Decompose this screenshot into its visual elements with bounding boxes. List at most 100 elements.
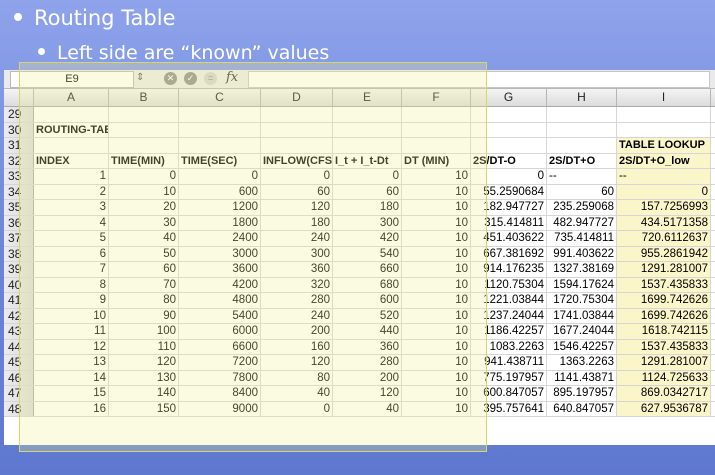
cell-c32[interactable]: TIME(SEC) xyxy=(179,153,261,168)
cell-i34[interactable]: 0 xyxy=(617,184,711,199)
cell-f40[interactable]: 10 xyxy=(402,277,471,292)
cell-f32[interactable]: DT (MIN) xyxy=(402,153,471,168)
cell-h45[interactable]: 1363.2263 xyxy=(547,355,617,370)
row-header[interactable]: 46 xyxy=(4,370,34,385)
cell-g39[interactable]: 914.176235 xyxy=(471,262,547,277)
cell-b44[interactable]: 110 xyxy=(109,339,179,354)
cell-b47[interactable]: 140 xyxy=(109,386,179,401)
cell-a29[interactable] xyxy=(34,107,109,122)
formula-input[interactable] xyxy=(248,71,710,88)
cell-i42[interactable]: 1699.742626 xyxy=(617,308,711,323)
cell-f36[interactable]: 10 xyxy=(402,215,471,230)
row-header[interactable]: 31 xyxy=(4,138,34,153)
cell-d40[interactable]: 320 xyxy=(261,277,333,292)
cell-b31[interactable] xyxy=(109,138,179,153)
cell-g43[interactable]: 1186.42257 xyxy=(471,324,547,339)
cell-f46[interactable]: 10 xyxy=(402,370,471,385)
cell-f48[interactable]: 10 xyxy=(402,401,471,416)
cell-i35[interactable]: 157.7256993 xyxy=(617,200,711,215)
cell-h34[interactable]: 60 xyxy=(547,184,617,199)
cell-h35[interactable]: 235.259068 xyxy=(547,200,617,215)
cell-c47[interactable]: 8400 xyxy=(179,386,261,401)
cell-b35[interactable]: 20 xyxy=(109,200,179,215)
cancel-icon[interactable]: ✕ xyxy=(164,72,177,85)
cell-g37[interactable]: 451.403622 xyxy=(471,231,547,246)
cell-f43[interactable]: 10 xyxy=(402,324,471,339)
cell-a42[interactable]: 10 xyxy=(34,308,109,323)
cell-d33[interactable]: 0 xyxy=(261,169,333,184)
cell-a43[interactable]: 11 xyxy=(34,324,109,339)
cell-i43[interactable]: 1618.742115 xyxy=(617,324,711,339)
cell-i39[interactable]: 1291.281007 xyxy=(617,262,711,277)
name-box-dropdown-icon[interactable]: ⇕ xyxy=(136,72,144,83)
cell-g35[interactable]: 182.947727 xyxy=(471,200,547,215)
cell-c42[interactable]: 5400 xyxy=(179,308,261,323)
cell-f31[interactable] xyxy=(402,138,471,153)
cell-g38[interactable]: 667.381692 xyxy=(471,246,547,261)
row-header[interactable]: 30 xyxy=(4,122,34,137)
cell-d30[interactable] xyxy=(261,122,333,137)
row-header[interactable]: 40 xyxy=(4,277,34,292)
cell-e37[interactable]: 420 xyxy=(333,231,402,246)
cell-e31[interactable] xyxy=(333,138,402,153)
cell-g31[interactable] xyxy=(471,138,547,153)
row-header[interactable]: 38 xyxy=(4,246,34,261)
cell-d29[interactable] xyxy=(261,107,333,122)
cell-d42[interactable]: 240 xyxy=(261,308,333,323)
cell-c46[interactable]: 7800 xyxy=(179,370,261,385)
cell-a40[interactable]: 8 xyxy=(34,277,109,292)
cell-h47[interactable]: 895.197957 xyxy=(547,386,617,401)
cell-c35[interactable]: 1200 xyxy=(179,200,261,215)
cell-b43[interactable]: 100 xyxy=(109,324,179,339)
row-header[interactable]: 42 xyxy=(4,308,34,323)
cell-i44[interactable]: 1537.435833 xyxy=(617,339,711,354)
cell-d45[interactable]: 120 xyxy=(261,355,333,370)
cell-g29[interactable] xyxy=(471,107,547,122)
cell-e30[interactable] xyxy=(333,122,402,137)
cell-e35[interactable]: 180 xyxy=(333,200,402,215)
cell-h41[interactable]: 1720.75304 xyxy=(547,293,617,308)
cell-f35[interactable]: 10 xyxy=(402,200,471,215)
cell-a35[interactable]: 3 xyxy=(34,200,109,215)
row-header[interactable]: 33 xyxy=(4,169,34,184)
cell-a47[interactable]: 15 xyxy=(34,386,109,401)
cell-f37[interactable]: 10 xyxy=(402,231,471,246)
cell-g36[interactable]: 315.414811 xyxy=(471,215,547,230)
cell-e36[interactable]: 300 xyxy=(333,215,402,230)
cell-f39[interactable]: 10 xyxy=(402,262,471,277)
cell-e42[interactable]: 520 xyxy=(333,308,402,323)
cell-e45[interactable]: 280 xyxy=(333,355,402,370)
cell-b40[interactable]: 70 xyxy=(109,277,179,292)
column-header-d[interactable]: D xyxy=(261,89,333,106)
row-header[interactable]: 47 xyxy=(4,386,34,401)
row-header[interactable]: 34 xyxy=(4,184,34,199)
cell-h37[interactable]: 735.414811 xyxy=(547,231,617,246)
function-icon[interactable]: fx xyxy=(226,70,238,85)
cell-c36[interactable]: 1800 xyxy=(179,215,261,230)
cell-c45[interactable]: 7200 xyxy=(179,355,261,370)
cell-d37[interactable]: 240 xyxy=(261,231,333,246)
cell-a32[interactable]: INDEX xyxy=(34,153,109,168)
cell-b41[interactable]: 80 xyxy=(109,293,179,308)
row-header[interactable]: 41 xyxy=(4,293,34,308)
cell-b42[interactable]: 90 xyxy=(109,308,179,323)
column-header-b[interactable]: B xyxy=(109,89,179,106)
cell-f38[interactable]: 10 xyxy=(402,246,471,261)
cell-d43[interactable]: 200 xyxy=(261,324,333,339)
cell-d36[interactable]: 180 xyxy=(261,215,333,230)
cell-a45[interactable]: 13 xyxy=(34,355,109,370)
column-header-h[interactable]: H xyxy=(547,89,617,106)
cell-h43[interactable]: 1677.24044 xyxy=(547,324,617,339)
cell-h33[interactable]: -- xyxy=(547,169,617,184)
cell-b30[interactable] xyxy=(109,122,179,137)
cell-h32[interactable]: 2S/DT+O xyxy=(547,153,617,168)
cell-g42[interactable]: 1237.24044 xyxy=(471,308,547,323)
row-header[interactable]: 32 xyxy=(4,153,34,168)
cell-b33[interactable]: 0 xyxy=(109,169,179,184)
cell-d34[interactable]: 60 xyxy=(261,184,333,199)
cell-c43[interactable]: 6000 xyxy=(179,324,261,339)
cell-h38[interactable]: 991.403622 xyxy=(547,246,617,261)
cell-g48[interactable]: 395.757641 xyxy=(471,401,547,416)
cell-a31[interactable] xyxy=(34,138,109,153)
row-header[interactable]: 48 xyxy=(4,401,34,416)
